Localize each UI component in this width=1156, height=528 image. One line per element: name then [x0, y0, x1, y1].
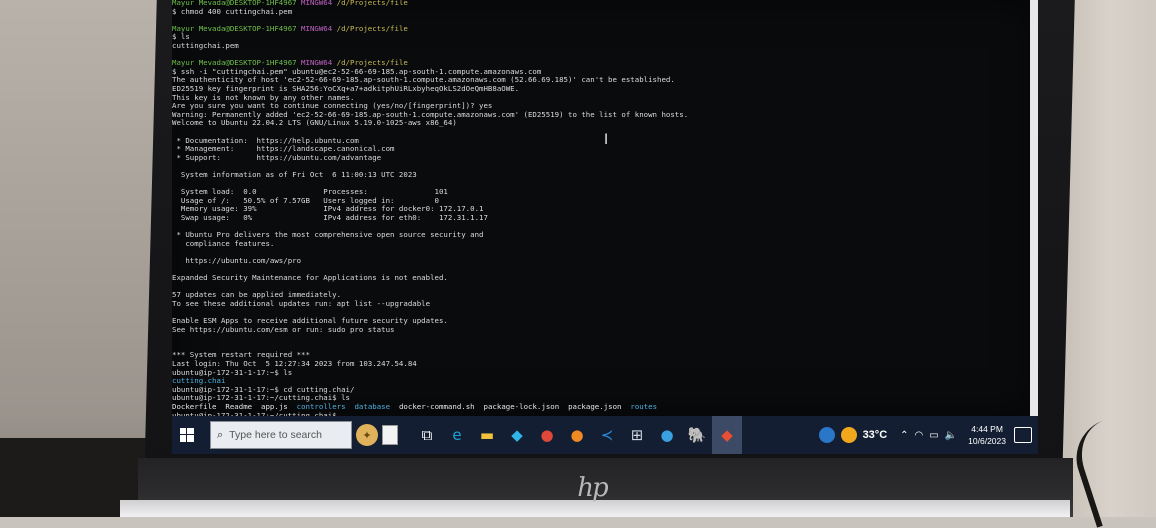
store-icon[interactable]: ◆ [502, 416, 532, 454]
text-cursor-icon: I [604, 132, 609, 148]
task-view-glyph: ⧉ [421, 426, 433, 444]
terminal-text: * Support: https://ubuntu.com/advantage [172, 152, 382, 162]
ls-entry: package.json [568, 401, 631, 411]
terminal-line: Welcome to Ubuntu 22.04.2 LTS (GNU/Linux… [172, 119, 1038, 128]
sun-icon[interactable] [840, 427, 857, 443]
maps-icon[interactable]: ● [652, 416, 682, 454]
terminal-line: Mayur Mevada@DESKTOP-1HF4967 MINGW64 /d/… [172, 23, 1038, 34]
chrome-glyph: ● [540, 426, 554, 444]
clock-date: 10/6/2023 [968, 436, 1006, 446]
terminal-line: System information as of Fri Oct 6 11:00… [172, 169, 1038, 180]
terminal-line: https://ubuntu.com/aws/pro [172, 255, 1038, 266]
chevron-up-icon[interactable]: ⌃ [900, 430, 908, 441]
terminal-text: cuttingchai.pem [172, 40, 239, 50]
terminal-line: compliance features. [172, 238, 1038, 249]
battery-icon[interactable]: ▭ [929, 430, 938, 441]
windows-start-icon[interactable] [176, 416, 198, 454]
clock-time: 4:44 PM [971, 424, 1003, 434]
git-bash-icon[interactable]: ◆ [712, 416, 742, 454]
terminal-line: Expanded Security Maintenance for Applic… [172, 273, 1038, 283]
postgres-icon[interactable]: 🐘 [682, 416, 712, 454]
weather-icon[interactable] [818, 427, 835, 443]
terminal-line: Last login: Thu Oct 5 12:27:34 2023 from… [172, 359, 1038, 369]
edge-glyph: e [452, 426, 462, 444]
taskbar: ⌕ Type here to search ✦ ⧉ e ▬ ◆ ● ● ≺ ⊞ ● 🐘 ◆ 33°C… [172, 416, 1038, 454]
search-highlight-icon[interactable]: ✦ [356, 424, 378, 446]
terminal-line: See https://ubuntu.com/esm or run: sudo … [172, 324, 1038, 335]
search-placeholder: Type here to search [229, 429, 322, 441]
prompt-path: /d/Projects/file [336, 0, 408, 7]
clock[interactable]: 4:44 PM 10/6/2023 [968, 423, 1006, 447]
terminal-text: Expanded Security Maintenance for Applic… [172, 273, 448, 282]
terminal-line: Mayur Mevada@DESKTOP-1HF4967 MINGW64 /d/… [172, 0, 1038, 8]
prompt-path: /d/Projects/file [336, 23, 408, 33]
terminal-text: System information as of Fri Oct 6 11:00… [172, 169, 417, 179]
terminal-text: https://ubuntu.com/aws/pro [172, 255, 302, 265]
postman-icon[interactable]: ● [562, 416, 592, 454]
terminal-text: Welcome to Ubuntu 22.04.2 LTS (GNU/Linux… [172, 118, 457, 128]
speaker-icon[interactable]: 🔈 [945, 430, 957, 441]
terminal-text: Swap usage: 0% IPv4 address for eth0: 17… [172, 212, 488, 222]
network-app-icon[interactable]: ⊞ [622, 416, 652, 454]
system-tray: 33°C ⌃ ◠ ▭ 🔈 4:44 PM 10/6/2023 [816, 423, 1038, 447]
search-box[interactable]: ⌕ Type here to search [210, 421, 352, 449]
terminal-line: $ chmod 400 cuttingchai.pem [172, 6, 1038, 17]
postgres-glyph: 🐘 [687, 426, 707, 444]
terminal-line: * Ubuntu Pro delivers the most comprehen… [172, 230, 1038, 240]
hp-logo: ℎ𝑝 [577, 473, 608, 503]
terminal-line: Swap usage: 0% IPv4 address for eth0: 17… [172, 212, 1038, 223]
file-explorer-icon[interactable]: ▬ [472, 416, 502, 454]
wifi-icon[interactable]: ◠ [915, 430, 924, 441]
git-bash-glyph: ◆ [721, 426, 733, 444]
terminal-line: ubuntu@ip-172-31-1-17:~$ ls [172, 368, 1038, 378]
terminal-window[interactable]: Mayur Mevada@DESKTOP-1HF4967 MINGW64 /d/… [172, 0, 1038, 416]
edge-icon[interactable]: e [442, 416, 472, 454]
terminal-text: compliance features. [172, 238, 275, 248]
prompt-shell: MINGW64 [301, 23, 337, 33]
terminal-line: * Support: https://ubuntu.com/advantage [172, 152, 1038, 163]
ls-entry: package-lock.json [483, 401, 569, 411]
search-icon: ⌕ [217, 428, 224, 441]
terminal-line: $ ls [172, 33, 1038, 42]
vscode-glyph: ≺ [600, 426, 614, 444]
task-view-icon[interactable]: ⧉ [412, 416, 442, 454]
store-glyph: ◆ [511, 426, 523, 444]
chrome-icon[interactable]: ● [532, 416, 562, 454]
ls-entry: database [354, 401, 399, 411]
maps-glyph: ● [660, 426, 674, 444]
pinned-apps: ⧉ e ▬ ◆ ● ● ≺ ⊞ ● 🐘 ◆ [412, 416, 742, 454]
search-highlight-tile-icon[interactable] [382, 425, 398, 445]
terminal-text: $ chmod 400 cuttingchai.pem [172, 6, 293, 16]
network-app-glyph: ⊞ [630, 426, 644, 444]
screen: Mayur Mevada@DESKTOP-1HF4967 MINGW64 /d/… [172, 0, 1038, 416]
window-edge [1030, 0, 1038, 416]
file-explorer-glyph: ▬ [479, 426, 495, 444]
ls-entry: docker-command.sh [398, 401, 484, 411]
prompt-shell: MINGW64 [301, 0, 337, 7]
notification-icon[interactable] [1014, 427, 1032, 443]
ls-entry: routes [630, 401, 658, 411]
weather-temperature[interactable]: 33°C [863, 429, 888, 441]
terminal-line: To see these additional updates run: apt… [172, 298, 1038, 309]
prompt-user: Mayur Mevada@DESKTOP-1HF4967 [172, 23, 302, 33]
terminal-text: To see these additional updates run: apt… [172, 298, 431, 308]
terminal-line: cuttingchai.pem [172, 40, 1038, 51]
terminal-text: See https://ubuntu.com/esm or run: sudo … [172, 324, 395, 334]
postman-glyph: ● [570, 426, 584, 444]
vscode-icon[interactable]: ≺ [592, 416, 622, 454]
